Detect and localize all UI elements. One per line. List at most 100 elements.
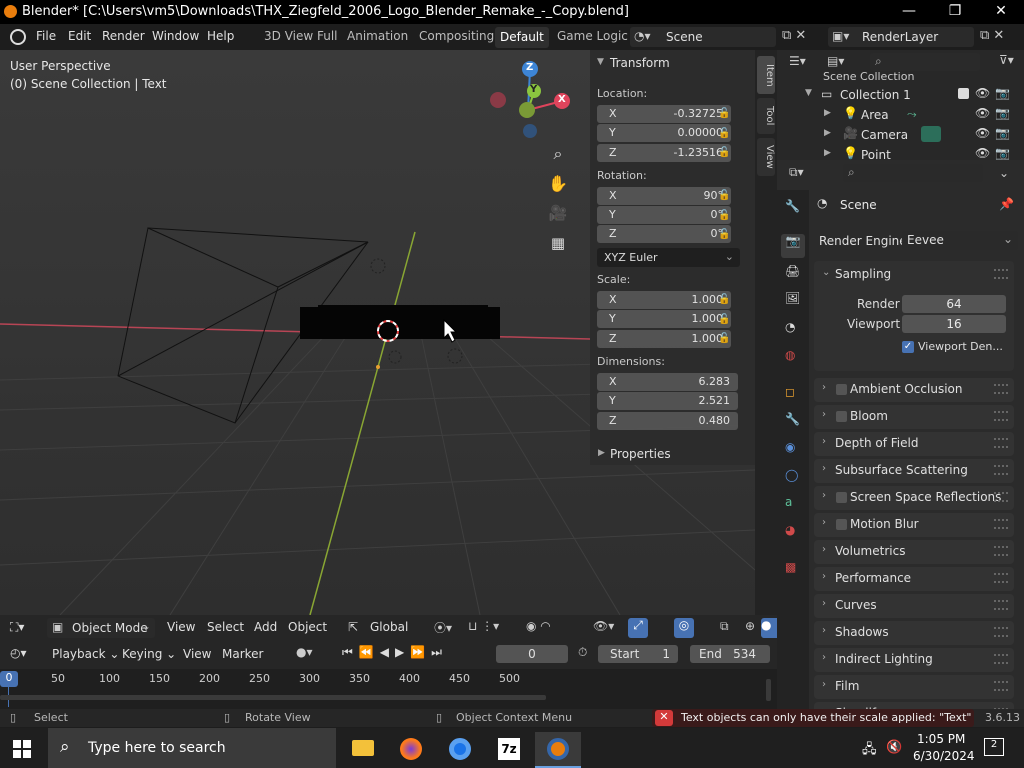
menu-view[interactable]: View bbox=[167, 620, 195, 634]
timeline-marker-menu[interactable]: Marker bbox=[222, 647, 263, 661]
proportional-edit-icon[interactable]: ◉ ◠ bbox=[526, 619, 551, 633]
workspace-tab-3d-view-full[interactable]: 3D View Full bbox=[264, 29, 338, 43]
panel-screen-space-reflections[interactable]: › Screen Space Reflections bbox=[814, 486, 1014, 510]
workspace-tab-game-logic[interactable]: Game Logic bbox=[557, 29, 628, 43]
physics-tab-icon[interactable]: ◯ bbox=[785, 468, 798, 482]
eye-icon[interactable]: 👁 bbox=[975, 146, 990, 160]
transform-header[interactable]: Transform bbox=[610, 56, 670, 70]
viewport-denoise-checkbox[interactable]: ✓ bbox=[902, 341, 914, 353]
workspace-tab-default[interactable]: Default bbox=[495, 27, 549, 48]
expand-chevron-icon[interactable]: › bbox=[822, 625, 826, 636]
wireframe-shading-icon[interactable]: ⊕ bbox=[745, 619, 755, 633]
expand-chevron-icon[interactable]: › bbox=[822, 436, 826, 447]
filter-funnel-icon[interactable]: ⊽▾ bbox=[999, 53, 1014, 67]
rotation-mode-dropdown[interactable]: XYZ Euler ⌄ bbox=[597, 248, 740, 267]
lock-icon[interactable]: 🔓 bbox=[718, 128, 732, 140]
end-frame-field[interactable]: End 534 bbox=[690, 645, 770, 663]
zoom-icon[interactable]: ⌕ bbox=[546, 144, 570, 168]
rotation-z-field[interactable]: Z 0° bbox=[597, 225, 731, 243]
panel-simplify[interactable]: ›Simplify bbox=[814, 702, 1014, 709]
scale-x-field[interactable]: X 1.000 bbox=[597, 291, 731, 309]
expand-chevron-icon[interactable]: › bbox=[822, 409, 826, 420]
properties-editor-type-icon[interactable]: ⧉▾ bbox=[789, 165, 804, 180]
outliner-item-camera[interactable]: Camera bbox=[861, 128, 908, 142]
7zip-icon[interactable]: 7z bbox=[486, 732, 532, 768]
panel-depth-of-field[interactable]: › Depth of Field bbox=[814, 432, 1014, 456]
clock-time[interactable]: 1:05 PM bbox=[917, 732, 965, 746]
viewport-samples-field[interactable]: 16 bbox=[902, 315, 1006, 333]
panel-motion-blur[interactable]: › Motion Blur bbox=[814, 513, 1014, 537]
drag-grip-icon[interactable] bbox=[994, 269, 1008, 279]
pan-hand-icon[interactable]: ✋ bbox=[546, 174, 570, 198]
notification-center-icon[interactable]: 2 bbox=[984, 738, 1004, 756]
editor-type-icon[interactable]: ⛶▾ bbox=[10, 620, 24, 635]
visibility-icon[interactable]: 👁▾ bbox=[593, 619, 614, 633]
timeline-keying-menu[interactable]: Keying ⌄ bbox=[122, 647, 176, 661]
lock-icon[interactable]: 🔓 bbox=[718, 294, 732, 306]
camera-view-icon[interactable]: 🎥 bbox=[546, 204, 570, 228]
drag-grip-icon[interactable] bbox=[994, 546, 1008, 556]
timer-icon[interactable]: ⏱ bbox=[578, 645, 587, 660]
eye-icon[interactable]: 👁 bbox=[975, 86, 990, 100]
object-mode-dropdown[interactable]: ▣ Object Mode ⌄ bbox=[47, 618, 155, 638]
outliner-collection-item[interactable]: Collection 1 bbox=[840, 88, 911, 102]
pivot-point-icon[interactable]: ⦿▾ bbox=[434, 619, 452, 636]
expand-chevron-icon[interactable]: › bbox=[822, 679, 826, 690]
minimize-button[interactable]: — bbox=[886, 0, 932, 24]
expand-chevron-icon[interactable]: ▶ bbox=[824, 128, 831, 138]
drag-grip-icon[interactable] bbox=[994, 654, 1008, 664]
expand-chevron-icon[interactable]: › bbox=[822, 463, 826, 474]
blender-taskbar-icon[interactable] bbox=[535, 732, 581, 768]
expand-chevron-icon[interactable]: › bbox=[822, 544, 826, 555]
panel-indirect-lighting[interactable]: › Indirect Lighting bbox=[814, 648, 1014, 672]
tab-tool[interactable]: Tool bbox=[757, 98, 775, 134]
expand-chevron-icon[interactable]: ▶ bbox=[824, 108, 831, 118]
world-tab-icon[interactable]: ◍ bbox=[785, 348, 795, 362]
lock-icon[interactable]: 🔓 bbox=[718, 190, 732, 202]
timeline-track-area[interactable]: 0 50 100 150 200 250 300 350 400 450 500 bbox=[0, 669, 777, 709]
drag-grip-icon[interactable] bbox=[994, 465, 1008, 475]
view-layer-tab-icon[interactable]: 🖼 bbox=[785, 291, 800, 305]
show-overlays-icon[interactable]: ◎ bbox=[674, 618, 694, 638]
windows-start-icon[interactable] bbox=[13, 740, 31, 758]
auto-keying-icon[interactable]: ●▾ bbox=[296, 645, 313, 659]
volume-muted-icon[interactable]: 🔇 bbox=[886, 740, 902, 755]
perspective-grid-icon[interactable]: ▦ bbox=[546, 234, 570, 258]
outliner-search-input[interactable]: ⌕ bbox=[870, 53, 980, 71]
playhead[interactable]: 0 bbox=[0, 671, 18, 687]
transform-chevron-icon[interactable]: ▼ bbox=[597, 57, 604, 67]
menu-select[interactable]: Select bbox=[207, 620, 244, 634]
object-tab-icon[interactable]: ◻ bbox=[785, 385, 795, 399]
panel-subsurface-scattering[interactable]: › Subsurface Scattering bbox=[814, 459, 1014, 483]
outliner-root-item[interactable]: Scene Collection bbox=[823, 70, 914, 80]
snap-icon[interactable]: ⊔ ⋮▾ bbox=[468, 619, 499, 633]
outliner-display-mode-icon[interactable]: ☰▾ bbox=[789, 54, 806, 68]
maximize-button[interactable]: ❐ bbox=[932, 0, 978, 24]
tool-tab-icon[interactable]: 🔧 bbox=[785, 199, 800, 213]
collection-checkbox[interactable] bbox=[958, 88, 969, 99]
dimensions-y-field[interactable]: Y 2.521 bbox=[597, 392, 738, 410]
expand-chevron-icon[interactable]: › bbox=[822, 598, 826, 609]
location-y-field[interactable]: Y 0.00000 bbox=[597, 124, 731, 142]
sampling-header[interactable]: Sampling bbox=[835, 267, 891, 281]
dimensions-z-field[interactable]: Z 0.480 bbox=[597, 412, 738, 430]
camera-render-icon[interactable]: 📷 bbox=[995, 86, 1010, 100]
eye-icon[interactable]: 👁 bbox=[975, 106, 990, 120]
panel-enable-checkbox[interactable] bbox=[836, 492, 847, 503]
rotation-y-field[interactable]: Y 0° bbox=[597, 206, 731, 224]
menu-edit[interactable]: Edit bbox=[68, 29, 91, 43]
solid-shading-icon[interactable]: ● bbox=[761, 618, 777, 638]
playback-controls[interactable]: ⏮⏪◀▶⏩⏭ bbox=[342, 645, 448, 660]
render-tab-icon[interactable]: 📷 bbox=[781, 234, 805, 258]
properties-search-input[interactable]: ⌕ bbox=[843, 164, 983, 182]
expand-chevron-icon[interactable]: › bbox=[822, 517, 826, 528]
firefox-icon[interactable] bbox=[388, 732, 434, 768]
menu-file[interactable]: File bbox=[36, 29, 56, 43]
panel-curves[interactable]: › Curves bbox=[814, 594, 1014, 618]
expand-chevron-icon[interactable]: › bbox=[822, 490, 826, 501]
panel-enable-checkbox[interactable] bbox=[836, 411, 847, 422]
properties-chevron-icon[interactable]: ▶ bbox=[598, 448, 605, 458]
timeline-scrollbar[interactable] bbox=[0, 695, 546, 700]
scene-selector[interactable]: ◔▾ Scene bbox=[630, 27, 776, 47]
location-z-field[interactable]: Z -1.23516 bbox=[597, 144, 731, 162]
